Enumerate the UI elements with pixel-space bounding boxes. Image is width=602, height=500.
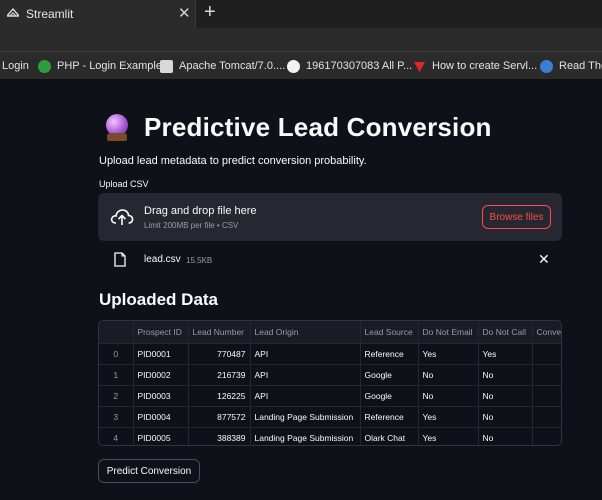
bookmarks-bar: Login PHP - Login Example Apache Tomcat/… [0,52,602,80]
bookmark-servlet[interactable]: How to create Servl... [413,58,537,74]
table-cell[interactable]: Google [360,385,419,407]
row-index: 1 [99,364,134,386]
table-cell[interactable]: Landing Page Submission [250,427,361,445]
column-header[interactable]: Do Not Call [478,321,533,344]
table-cell[interactable]: No [418,385,479,407]
table-row: 4 PID0005 388389 Landing Page Submission… [99,427,561,445]
table-cell[interactable]: No [478,406,533,428]
bookmark-label: How to create Servl... [432,60,538,72]
github-icon [287,59,300,73]
bookmark-github[interactable]: 196170307083 All P... [287,58,412,74]
table-row: 3 PID0004 877572 Landing Page Submission… [99,406,561,428]
table-cell[interactable]: Reference [360,406,419,428]
table-cell[interactable]: No [478,385,533,407]
column-header[interactable]: Do Not Email [418,321,479,344]
table-cell[interactable]: API [250,364,361,386]
table-header-row: Prospect ID Lead Number Lead Origin Lead… [99,321,561,344]
file-name: lead.csv [144,254,181,265]
bookmark-login[interactable]: Login [2,58,29,74]
table-cell[interactable]: API [250,385,361,407]
table-cell[interactable]: Reference [360,343,419,365]
table-cell[interactable]: Olark Chat [360,427,419,445]
dropzone-limit: Limit 200MB per file • CSV [144,221,239,230]
table-cell[interactable]: No [478,364,533,386]
file-dropzone[interactable]: Drag and drop file here Limit 200MB per … [98,193,562,241]
table-cell[interactable]: Yes [478,343,533,365]
table-cell[interactable]: No [418,364,479,386]
table-cell[interactable]: 770487 [188,343,251,365]
browser-tab[interactable]: Streamlit ✕ [0,0,196,28]
address-bar [0,28,602,52]
uploaded-file-row: lead.csv 15.5KB ✕ [98,248,562,272]
tab-title: Streamlit [26,7,74,21]
data-table[interactable]: Prospect ID Lead Number Lead Origin Lead… [98,320,562,446]
table-cell[interactable] [532,427,561,445]
upload-label: Upload CSV [99,179,149,189]
dropzone-instruction: Drag and drop file here [144,205,257,217]
streamlit-logo-icon [7,8,19,17]
column-header[interactable]: Lead Origin [250,321,361,344]
bookmark-label: Apache Tomcat/7.0.... [179,60,286,72]
table-row: 2 PID0003 126225 API Google No No [99,385,561,407]
table-cell[interactable]: API [250,343,361,365]
row-index: 0 [99,343,134,365]
table-cell[interactable]: 126225 [188,385,251,407]
bookmark-readthe[interactable]: Read The [540,58,602,74]
table-cell[interactable]: Landing Page Submission [250,406,361,428]
title-row: Predictive Lead Conversion [104,112,492,143]
column-header[interactable]: Conve [532,321,561,344]
table-cell[interactable]: Yes [418,343,479,365]
bookmark-label: Read The [559,60,602,72]
section-title: Uploaded Data [99,290,219,309]
file-icon [114,252,126,267]
table-cell[interactable]: PID0004 [133,406,189,428]
table-cell[interactable] [532,343,561,365]
predict-conversion-button[interactable]: Predict Conversion [98,459,200,483]
row-index: 2 [99,385,134,407]
row-index: 4 [99,427,134,445]
bookmark-label: PHP - Login Example [57,60,162,72]
page-subtitle: Upload lead metadata to predict conversi… [99,155,367,167]
table-cell[interactable]: PID0002 [133,364,189,386]
column-header[interactable]: Prospect ID [133,321,189,344]
table-cell[interactable]: No [478,427,533,445]
bookmark-php-login[interactable]: PHP - Login Example [38,58,162,74]
tomcat-icon [160,59,173,73]
table-cell[interactable]: Yes [418,406,479,428]
file-size: 15.5KB [186,256,213,265]
table-cell[interactable]: Google [360,364,419,386]
table-cell[interactable] [532,406,561,428]
new-tab-icon[interactable]: + [204,1,216,24]
table-cell[interactable]: PID0003 [133,385,189,407]
column-header[interactable] [99,321,134,344]
red-v-icon [414,61,425,72]
row-index: 3 [99,406,134,428]
bookmark-label: 196170307083 All P... [306,60,413,72]
tab-close-icon[interactable]: ✕ [178,4,191,22]
remove-file-close-icon[interactable]: ✕ [538,251,550,268]
page-title: Predictive Lead Conversion [144,112,492,142]
column-header[interactable]: Lead Source [360,321,419,344]
table-cell[interactable] [532,364,561,386]
globe-icon [540,59,553,73]
table-cell[interactable]: PID0001 [133,343,189,365]
browse-files-button[interactable]: Browse files [482,205,551,229]
table-cell[interactable]: Yes [418,427,479,445]
table-cell[interactable]: 216739 [188,364,251,386]
bookmark-label: Login [2,60,29,72]
table-cell[interactable]: 877572 [188,406,251,428]
column-header[interactable]: Lead Number [188,321,251,344]
green-tree-icon [38,59,51,73]
cloud-upload-icon [110,209,134,225]
table-row: 1 PID0002 216739 API Google No No [99,364,561,386]
bookmark-tomcat[interactable]: Apache Tomcat/7.0.... [160,58,285,74]
table-cell[interactable]: PID0005 [133,427,189,445]
crystal-ball-icon [104,113,130,142]
table-cell[interactable]: 388389 [188,427,251,445]
table-cell[interactable] [532,385,561,407]
table-row: 0 PID0001 770487 API Reference Yes Yes [99,343,561,365]
browser-tab-bar: Streamlit ✕ + [0,0,602,28]
